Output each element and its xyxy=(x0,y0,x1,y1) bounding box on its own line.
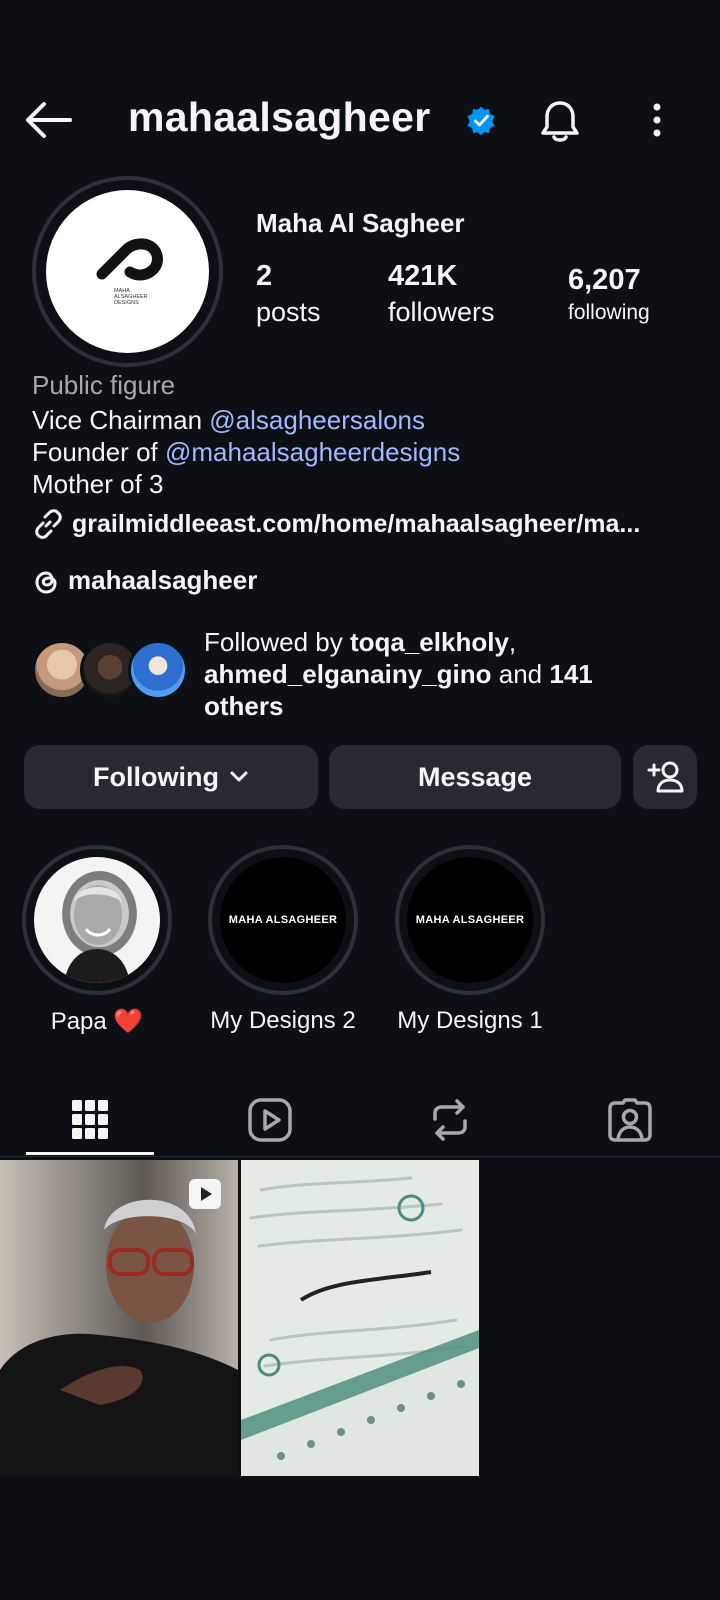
highlight-cover-text: MAHA ALSAGHEER xyxy=(228,914,338,926)
mutual-user-1: toqa_elkholy xyxy=(349,627,509,657)
followers-stat[interactable]: 421K followers xyxy=(388,260,495,328)
post-thumbnail[interactable] xyxy=(0,1160,238,1476)
posts-count: 2 xyxy=(256,260,273,292)
bio-line-1-text: Vice Chairman xyxy=(32,405,210,435)
highlight-cover-text: MAHA ALSAGHEER xyxy=(415,914,525,926)
profile-category: Public figure xyxy=(32,370,176,400)
tab-reels[interactable] xyxy=(180,1080,360,1160)
logo-text-3: DESIGNS xyxy=(114,300,139,306)
highlight-label: Papa ❤️ xyxy=(50,1008,144,1035)
website-url: grailmiddleeast.com/home/mahaalsagheer/m… xyxy=(72,509,641,538)
highlight-label: My Designs 1 xyxy=(397,1007,543,1034)
story-highlight[interactable]: MAHA ALSAGHEER My Designs 2 xyxy=(208,845,358,1035)
arrow-left-icon xyxy=(26,102,72,138)
followed-by-and: and xyxy=(491,659,550,689)
suggested-users-button[interactable] xyxy=(633,745,697,809)
highlight-cover-image xyxy=(34,857,160,983)
more-options-button[interactable] xyxy=(632,92,682,148)
tab-posts-grid[interactable] xyxy=(0,1080,180,1160)
followers-count: 421K xyxy=(388,260,458,292)
mutual-others: others xyxy=(204,691,284,721)
verified-badge-icon xyxy=(465,105,497,137)
posts-label: posts xyxy=(256,297,321,327)
highlight-ring xyxy=(22,845,172,995)
display-name: Maha Al Sagheer xyxy=(256,208,465,238)
following-label: following xyxy=(568,301,650,324)
chevron-down-icon xyxy=(230,771,248,782)
following-stat[interactable]: 6,207 following xyxy=(568,264,650,325)
posts-stat: 2 posts xyxy=(256,260,321,328)
add-person-icon xyxy=(647,761,684,793)
story-highlight[interactable]: Papa ❤️ xyxy=(22,845,172,1036)
threads-profile-link[interactable]: mahaalsagheer xyxy=(32,565,257,596)
portrait-placeholder xyxy=(64,885,130,983)
mutual-user-2: ahmed_elganainy_gino xyxy=(204,659,492,689)
highlight-ring: MAHA ALSAGHEER xyxy=(395,845,545,995)
mention-link-salons[interactable]: @alsagheersalons xyxy=(209,405,425,435)
reels-icon xyxy=(248,1098,292,1142)
following-button-label: Following xyxy=(93,761,219,792)
avatar xyxy=(128,640,188,700)
bio-line-1: Vice Chairman @alsagheersalons xyxy=(32,405,425,436)
tab-tagged[interactable] xyxy=(540,1080,720,1160)
followers-label: followers xyxy=(388,297,495,327)
followed-by-separator: , xyxy=(508,627,517,657)
bio-website-link[interactable]: grailmiddleeast.com/home/mahaalsagheer/m… xyxy=(32,508,640,540)
brand-logo: MAHA ALSAGHEER DESIGNS xyxy=(96,237,163,306)
following-button[interactable]: Following xyxy=(24,745,318,809)
highlight-cover-image: MAHA ALSAGHEER xyxy=(407,857,533,983)
post-thumbnail[interactable] xyxy=(241,1160,479,1476)
link-icon xyxy=(35,509,62,539)
following-count: 6,207 xyxy=(568,264,641,296)
repost-icon xyxy=(433,1099,467,1141)
profile-avatar[interactable]: MAHA ALSAGHEER DESIGNS xyxy=(32,176,223,367)
threads-handle: mahaalsagheer xyxy=(68,565,258,595)
post-image xyxy=(241,1160,479,1476)
reel-icon xyxy=(188,1178,222,1210)
bio-line-2: Founder of @mahaalsagheerdesigns xyxy=(32,437,460,468)
message-button-label: Message xyxy=(417,761,533,792)
divider xyxy=(0,1156,720,1157)
notifications-button[interactable] xyxy=(530,92,590,152)
threads-icon xyxy=(35,570,57,594)
story-highlight[interactable]: MAHA ALSAGHEER My Designs 1 xyxy=(395,845,545,1035)
bio-line-3: Mother of 3 xyxy=(32,469,164,499)
mutual-followers-avatars[interactable] xyxy=(32,640,192,702)
more-vertical-icon xyxy=(653,103,661,137)
highlight-ring: MAHA ALSAGHEER xyxy=(208,845,358,995)
avatar-image: MAHA ALSAGHEER DESIGNS xyxy=(46,190,209,353)
followed-by-prefix: Followed by xyxy=(204,627,350,657)
tagged-person-icon xyxy=(608,1098,652,1142)
bio-line-2-text: Founder of xyxy=(32,437,165,467)
bell-icon xyxy=(541,101,579,142)
mutual-count: 141 xyxy=(549,659,593,689)
grid-icon xyxy=(72,1100,108,1139)
active-tab-indicator xyxy=(26,1152,154,1155)
followed-by-text[interactable]: Followed by toqa_elkholy, ahmed_elganainy… xyxy=(204,626,684,722)
message-button[interactable]: Message xyxy=(329,745,621,809)
tab-reposts[interactable] xyxy=(360,1080,540,1160)
mention-link-designs[interactable]: @mahaalsagheerdesigns xyxy=(165,437,460,467)
highlight-label: My Designs 2 xyxy=(210,1007,356,1034)
profile-username: mahaalsagheer xyxy=(128,94,431,140)
highlight-cover-image: MAHA ALSAGHEER xyxy=(220,857,346,983)
back-button[interactable] xyxy=(18,92,78,148)
